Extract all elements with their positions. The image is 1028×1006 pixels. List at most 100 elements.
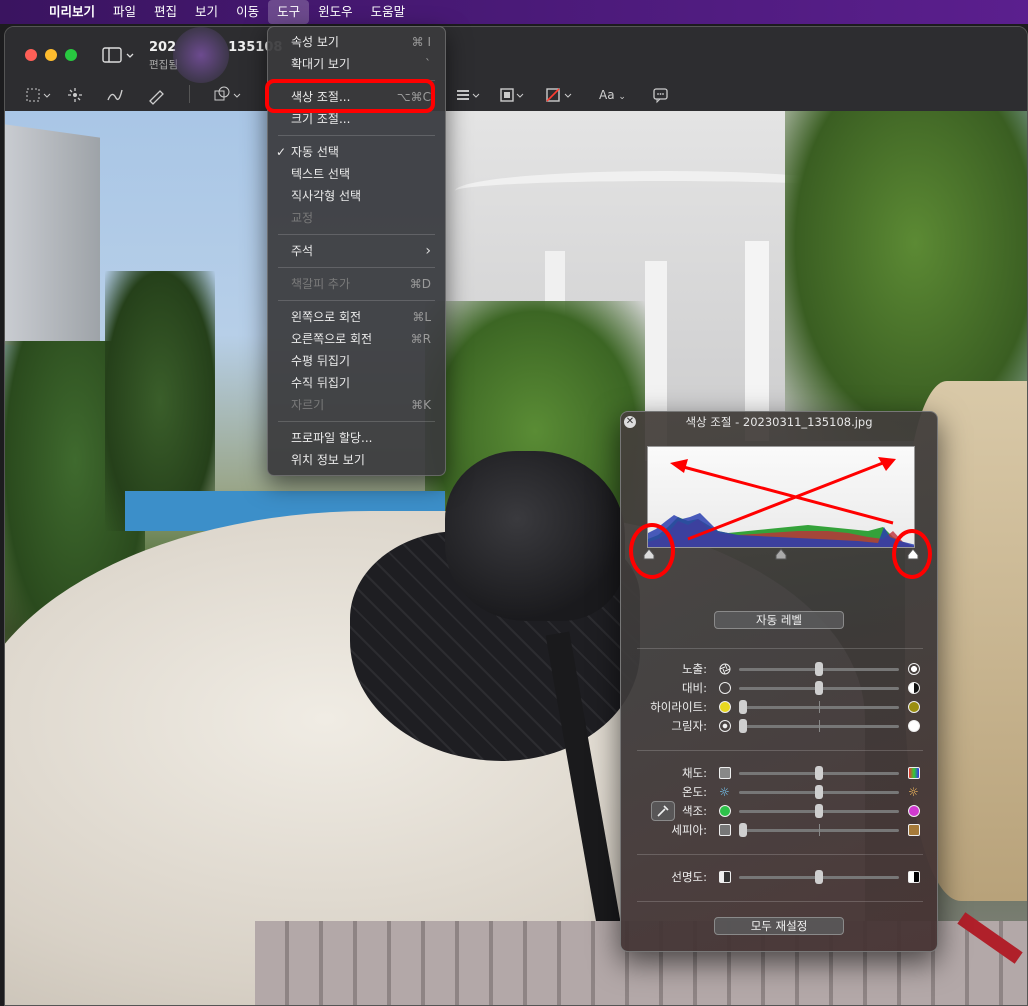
temperature-row: 온도: ☼ ☼ <box>681 785 919 799</box>
highlights-high-icon <box>908 701 920 713</box>
menubar-item-file[interactable]: 파일 <box>104 0 145 24</box>
panel-title: 색상 조절 - 20230311_135108.jpg <box>685 415 873 429</box>
instant-alpha-icon[interactable] <box>65 85 85 105</box>
tint-green-icon <box>719 805 731 817</box>
saturation-high-icon <box>908 767 920 779</box>
menu-item-auto-selection[interactable]: ✓ 자동 선택 <box>268 141 445 163</box>
annotation-circle-right <box>892 529 932 579</box>
menubar-item-help[interactable]: 도움말 <box>362 0 415 24</box>
saturation-slider-thumb[interactable] <box>815 766 823 780</box>
sharpness-slider-thumb[interactable] <box>815 870 823 884</box>
shadows-high-icon <box>908 720 920 732</box>
menu-separator <box>278 234 435 235</box>
tint-magenta-icon <box>908 805 920 817</box>
menu-item-show-inspector[interactable]: 속성 보기 ⌘ I <box>268 31 445 53</box>
highlights-slider-thumb[interactable] <box>739 700 747 714</box>
menu-item-flip-horizontal[interactable]: 수평 뒤집기 <box>268 350 445 372</box>
eyedropper-button[interactable] <box>651 801 675 821</box>
photo-left-building <box>5 124 100 358</box>
contrast-low-icon <box>719 682 731 694</box>
exposure-max-icon <box>908 663 920 675</box>
exposure-row: 노출: <box>621 660 937 678</box>
sketch-icon[interactable] <box>105 85 125 105</box>
shapes-icon[interactable] <box>213 85 245 105</box>
menu-item-annotate[interactable]: 주석 › <box>268 240 445 262</box>
minimize-window-button[interactable] <box>45 49 57 61</box>
sepia-low-icon <box>719 824 731 836</box>
menubar-app-name[interactable]: 미리보기 <box>40 0 104 24</box>
annotation-arrows <box>670 457 896 541</box>
chevron-right-icon: › <box>425 243 431 259</box>
menu-separator <box>278 267 435 268</box>
menu-separator <box>278 421 435 422</box>
menu-item-assign-profile[interactable]: 프로파일 할당... <box>268 427 445 449</box>
markup-toolbar: Aa ⌄ <box>5 79 1027 111</box>
warm-sun-icon: ☼ <box>908 785 919 799</box>
menu-item-rectangular-selection[interactable]: 직사각형 선택 <box>268 185 445 207</box>
saturation-row: 채도: <box>621 764 937 782</box>
menu-item-rotate-right[interactable]: 오른쪽으로 회전 ⌘R <box>268 328 445 350</box>
menu-item-text-selection[interactable]: 텍스트 선택 <box>268 163 445 185</box>
contrast-row: 대비: <box>621 679 937 697</box>
menu-item-show-location-info[interactable]: 위치 정보 보기 <box>268 449 445 471</box>
menu-item-crop: 자르기 ⌘K <box>291 398 431 412</box>
text-style-button[interactable]: Aa ⌄ <box>599 85 626 105</box>
menu-separator <box>278 300 435 301</box>
shadows-slider-thumb[interactable] <box>739 719 747 733</box>
highlight-annotation-box <box>265 79 435 113</box>
menu-item-show-magnifier[interactable]: 확대기 보기 ` <box>268 53 445 75</box>
auto-levels-button[interactable]: 자동 레벨 <box>714 611 844 629</box>
menu-separator <box>278 135 435 136</box>
sidebar-toggle-icon[interactable] <box>101 44 137 66</box>
draw-icon[interactable] <box>147 85 167 105</box>
panel-separator <box>637 901 923 902</box>
reset-all-button[interactable]: 모두 재설정 <box>714 917 844 935</box>
line-style-icon[interactable] <box>455 85 483 105</box>
adjust-color-panel: ✕ 색상 조절 - 20230311_135108.jpg 자동 레벨 노출: … <box>620 411 938 952</box>
border-color-icon[interactable] <box>499 85 527 105</box>
cool-sun-icon: ☼ <box>719 785 730 799</box>
photo-saddle <box>445 451 625 621</box>
close-window-button[interactable] <box>25 49 37 61</box>
panel-separator <box>637 750 923 751</box>
note-icon[interactable] <box>651 85 671 105</box>
menubar-item-window[interactable]: 윈도우 <box>309 0 362 24</box>
shadows-low-icon <box>719 720 731 732</box>
menu-item-add-bookmark: 책갈피 추가 ⌘D <box>291 277 431 291</box>
menu-item-redact: 교정 <box>291 211 314 225</box>
sharpness-row: 선명도: <box>621 868 937 886</box>
fill-color-icon[interactable] <box>545 85 577 105</box>
menubar-item-edit[interactable]: 편집 <box>145 0 186 24</box>
zoom-window-button[interactable] <box>65 49 77 61</box>
eyedropper-icon <box>657 805 669 817</box>
menu-item-rotate-left[interactable]: 왼쪽으로 회전 ⌘L <box>268 306 445 328</box>
tint-slider-thumb[interactable] <box>815 804 823 818</box>
temperature-slider-thumb[interactable] <box>815 785 823 799</box>
menubar-item-tools[interactable]: 도구 <box>268 0 310 24</box>
menu-item-flip-vertical[interactable]: 수직 뒤집기 <box>268 372 445 394</box>
cursor-highlight <box>173 27 229 83</box>
exposure-slider-thumb[interactable] <box>815 662 823 676</box>
panel-separator <box>637 648 923 649</box>
highlights-row: 하이라이트: <box>621 698 937 716</box>
sharpness-low-icon <box>719 871 731 883</box>
menubar-item-view[interactable]: 보기 <box>186 0 227 24</box>
contrast-slider-thumb[interactable] <box>815 681 823 695</box>
annotation-circle-left <box>629 523 675 579</box>
toolbar-divider <box>189 85 190 103</box>
highlights-low-icon <box>719 701 731 713</box>
sepia-slider-thumb[interactable] <box>739 823 747 837</box>
sepia-high-icon <box>908 824 920 836</box>
rect-select-icon[interactable] <box>25 85 55 105</box>
menu-bar: 미리보기 파일 편집 보기 이동 도구 윈도우 도움말 <box>0 0 1028 24</box>
aperture-icon <box>719 663 731 675</box>
checkmark-icon: ✓ <box>276 145 287 159</box>
menubar-item-go[interactable]: 이동 <box>227 0 268 24</box>
sharpness-high-icon <box>908 871 920 883</box>
levels-histogram <box>647 446 915 548</box>
shadows-row: 그림자: <box>621 717 937 735</box>
sepia-row: 세피아: <box>621 821 937 839</box>
midtone-handle[interactable] <box>775 548 787 560</box>
contrast-high-icon <box>908 682 920 694</box>
title-bar: 202 135108 편집됨 Aa ⌄ <box>5 27 1027 111</box>
